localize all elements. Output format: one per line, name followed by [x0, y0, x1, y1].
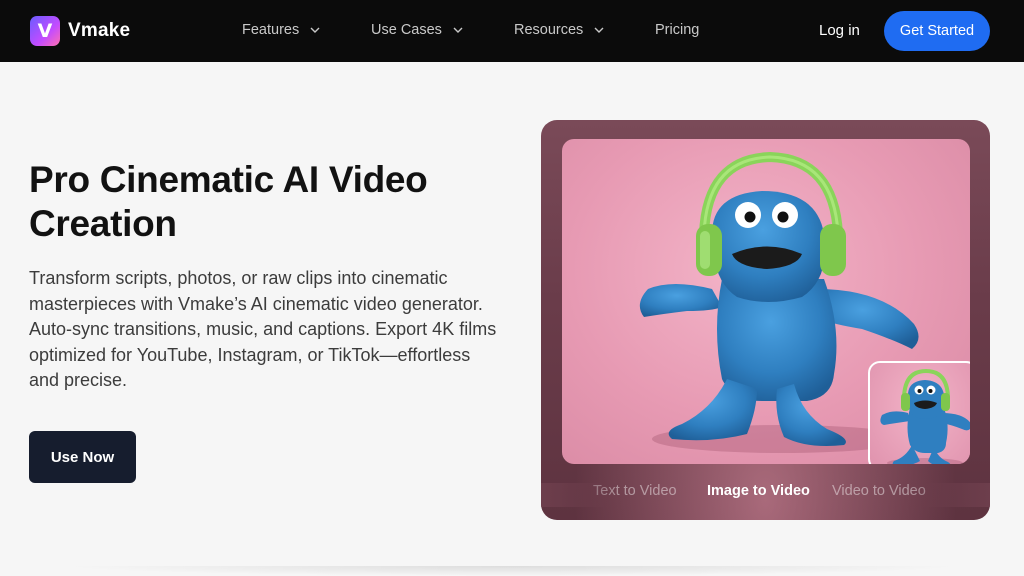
- logo-letter: V: [37, 20, 53, 42]
- showcase-tabs: Text to Video Image to Video Video to Vi…: [541, 483, 990, 507]
- hero-description: Transform scripts, photos, or raw clips …: [29, 268, 497, 390]
- source-image-thumbnail[interactable]: [868, 361, 970, 464]
- chevron-down-icon: [310, 27, 320, 33]
- login-link[interactable]: Log in: [819, 22, 860, 39]
- tab-text-to-video[interactable]: Text to Video: [593, 483, 677, 499]
- nav-pricing-label: Pricing: [655, 22, 700, 38]
- nav-use-cases[interactable]: Use Cases: [371, 22, 464, 38]
- tab-image-to-video[interactable]: Image to Video: [707, 483, 810, 499]
- nav-features-label: Features: [242, 22, 300, 38]
- generated-video-preview[interactable]: [562, 139, 970, 464]
- chevron-down-icon: [594, 27, 604, 33]
- section-divider-shadow: [60, 566, 964, 576]
- nav-use-cases-label: Use Cases: [371, 22, 442, 38]
- nav-pricing[interactable]: Pricing: [655, 22, 699, 38]
- vmake-logo-icon: V: [30, 16, 60, 46]
- tab-video-to-video[interactable]: Video to Video: [832, 483, 926, 499]
- get-started-button[interactable]: Get Started: [884, 11, 990, 51]
- brand-logo[interactable]: V Vmake: [30, 16, 130, 46]
- brand-name: Vmake: [68, 20, 131, 41]
- use-now-button[interactable]: Use Now: [29, 431, 136, 483]
- top-nav: V Vmake Features Use Cases Resources Pri…: [0, 0, 1024, 62]
- nav-features[interactable]: Features: [242, 22, 321, 38]
- chevron-down-icon: [453, 27, 463, 33]
- blue-monster-thumbnail: [880, 368, 970, 464]
- showcase-panel: Text to Video Image to Video Video to Vi…: [541, 120, 990, 520]
- nav-resources-label: Resources: [514, 22, 584, 38]
- nav-resources[interactable]: Resources: [514, 22, 605, 38]
- hero-title: Pro Cinematic AI Video Creation: [29, 159, 428, 244]
